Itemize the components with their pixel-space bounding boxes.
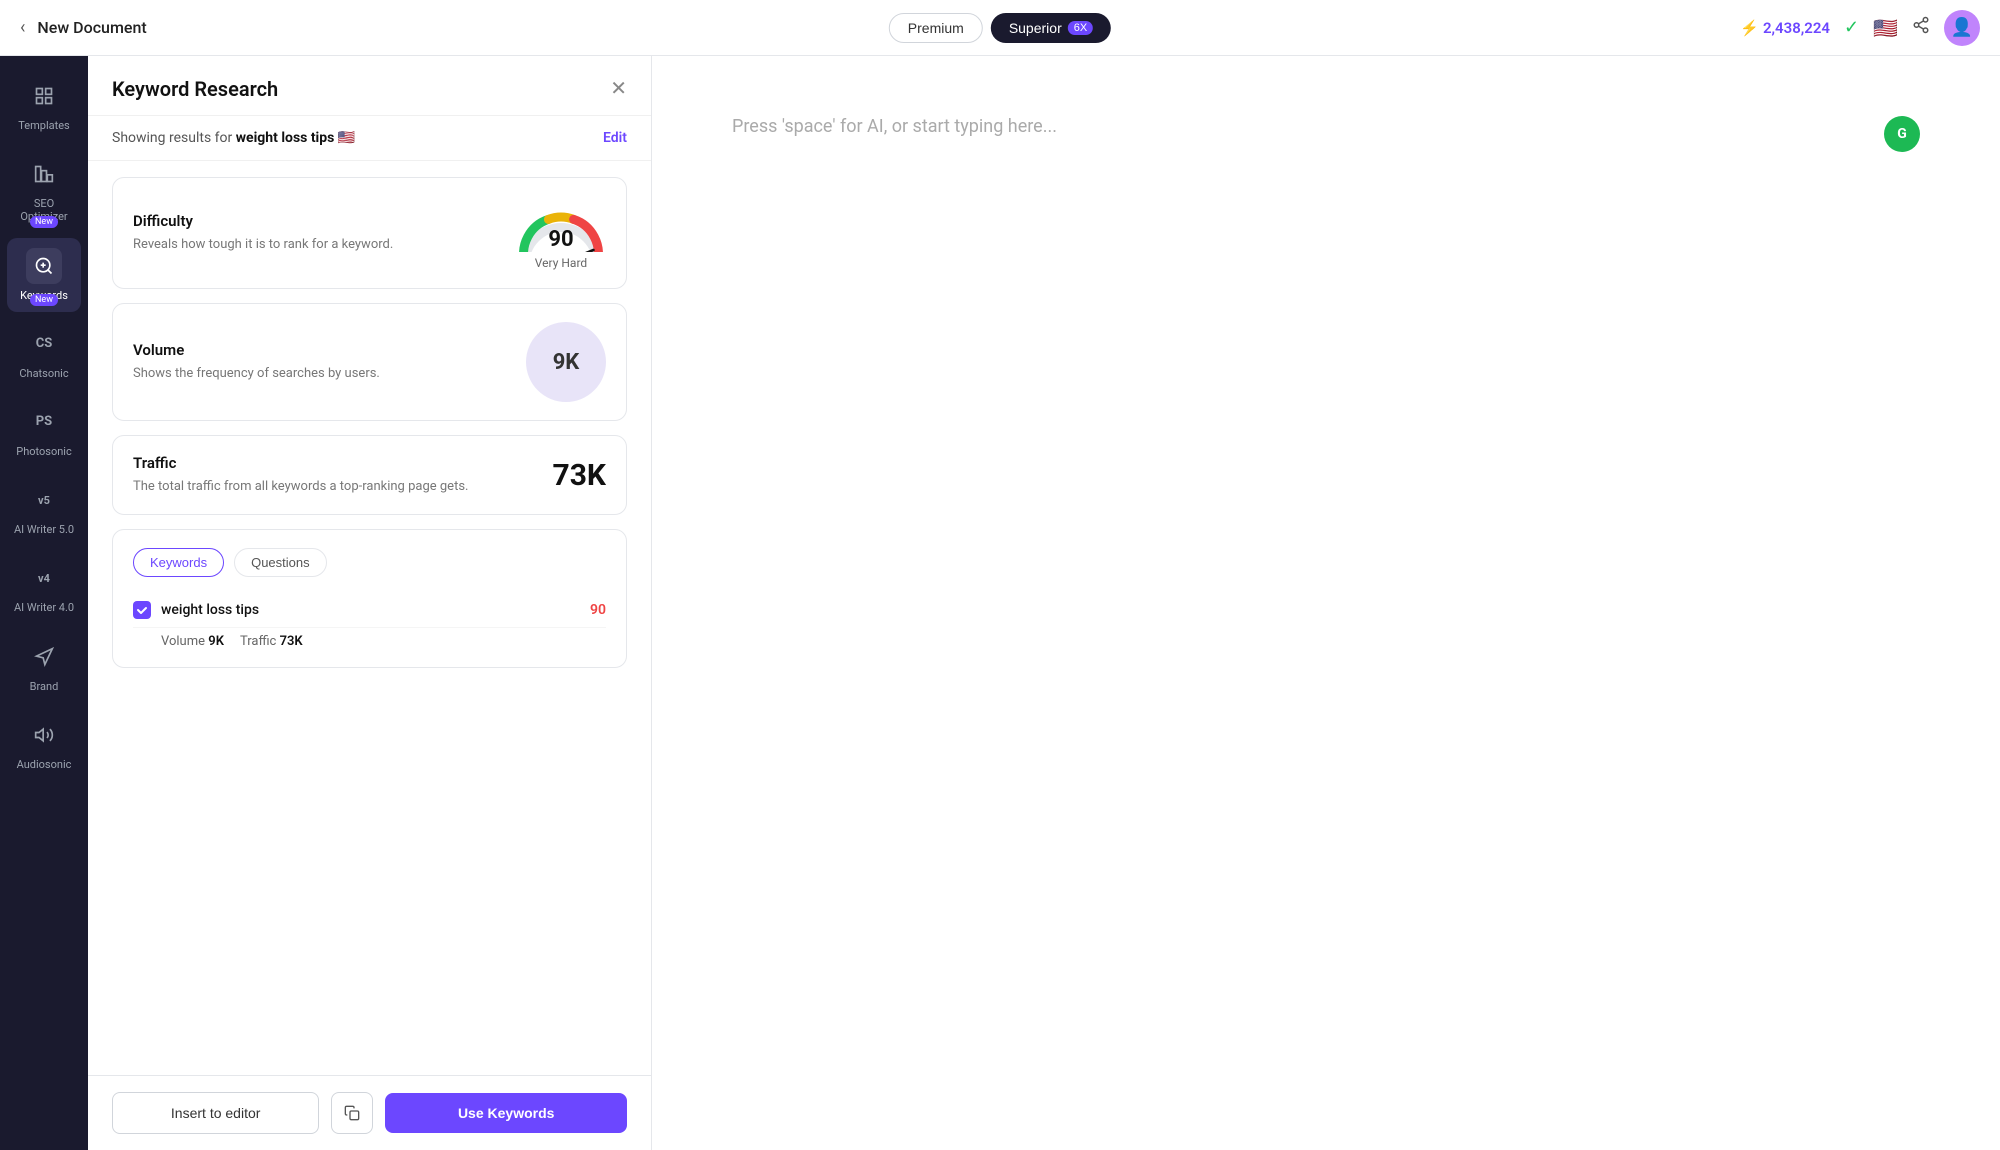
templates-label: Templates	[18, 119, 69, 132]
photosonic-label: Photosonic	[16, 445, 72, 458]
audiosonic-label: Audiosonic	[17, 758, 72, 771]
keywords-tabs-card: Keywords Questions weight loss tips 90 V…	[112, 529, 627, 668]
close-button[interactable]: ✕	[610, 76, 627, 101]
volume-card: Volume Shows the frequency of searches b…	[112, 303, 627, 421]
keyword-traffic-label: Traffic 73K	[240, 634, 303, 649]
audiosonic-icon	[26, 717, 62, 753]
flag-icon: 🇺🇸	[1873, 16, 1898, 40]
sidebar-item-keywords[interactable]: Keywords New	[7, 238, 81, 312]
keyword-checkbox[interactable]	[133, 601, 151, 619]
traffic-title: Traffic	[133, 454, 553, 472]
traffic-value: 73K	[553, 458, 607, 493]
editor-area[interactable]: Press 'space' for AI, or start typing he…	[652, 56, 2000, 1150]
copy-button[interactable]	[331, 1092, 373, 1134]
premium-button[interactable]: Premium	[889, 13, 983, 43]
keyword-name: weight loss tips	[161, 602, 580, 618]
back-button[interactable]: ‹	[20, 17, 25, 38]
main-layout: Templates SEO Optimizer New Keywords New…	[0, 56, 2000, 1150]
sidebar-item-photosonic[interactable]: PS Photosonic	[7, 394, 81, 468]
grammarly-button[interactable]: G	[1884, 116, 1920, 152]
keyword-difficulty-score: 90	[590, 602, 606, 618]
superior-badge: 6X	[1068, 21, 1093, 35]
verified-icon: ✓	[1844, 17, 1859, 38]
volume-desc: Shows the frequency of searches by users…	[133, 365, 526, 383]
editor-placeholder: Press 'space' for AI, or start typing he…	[732, 116, 1884, 137]
plan-buttons: Premium Superior 6X	[889, 13, 1111, 43]
results-flag: 🇺🇸	[338, 130, 355, 146]
keywords-new-badge: New	[30, 294, 58, 306]
insert-button[interactable]: Insert to editor	[112, 1092, 319, 1134]
seo-new-badge: New	[30, 216, 58, 228]
sidebar-item-seo[interactable]: SEO Optimizer New	[7, 146, 81, 233]
results-keyword: weight loss tips	[236, 130, 335, 146]
chatsonic-label: Chatsonic	[19, 367, 68, 380]
sidebar-item-audiosonic[interactable]: Audiosonic	[7, 707, 81, 781]
credits-value: 2,438,224	[1763, 19, 1830, 37]
keyword-row: weight loss tips 90	[133, 593, 606, 628]
superior-label: Superior	[1009, 20, 1062, 36]
difficulty-info: Difficulty Reveals how tough it is to ra…	[133, 212, 516, 254]
volume-value: 9K	[526, 322, 606, 402]
chatsonic-icon: CS	[26, 326, 62, 362]
traffic-desc: The total traffic from all keywords a to…	[133, 478, 553, 496]
sidebar-item-aiwriter4[interactable]: v4 AI Writer 4.0	[7, 550, 81, 624]
avatar[interactable]: 👤	[1944, 10, 1980, 46]
keyword-volume-label: Volume 9K	[161, 634, 224, 649]
traffic-card: Traffic The total traffic from all keywo…	[112, 435, 627, 515]
panel-header: Keyword Research ✕	[88, 56, 651, 116]
keywords-icon	[26, 248, 62, 284]
sidebar-item-chatsonic[interactable]: CS Chatsonic	[7, 316, 81, 390]
aiwriter5-icon: v5	[26, 482, 62, 518]
tabs-row: Keywords Questions	[133, 548, 606, 577]
volume-title: Volume	[133, 341, 526, 359]
tab-questions[interactable]: Questions	[234, 548, 327, 577]
header-right: ⚡ 2,438,224 ✓ 🇺🇸 👤	[1740, 10, 1980, 46]
panel-title: Keyword Research	[112, 77, 278, 101]
templates-icon	[26, 78, 62, 114]
superior-button[interactable]: Superior 6X	[991, 13, 1111, 43]
aiwriter4-icon: v4	[26, 560, 62, 596]
difficulty-desc: Reveals how tough it is to rank for a ke…	[133, 236, 516, 254]
difficulty-label: Very Hard	[535, 256, 587, 270]
difficulty-score: 90	[548, 227, 573, 252]
keyword-meta: Volume 9K Traffic 73K	[133, 628, 606, 649]
sidebar-item-brand[interactable]: Brand	[7, 629, 81, 703]
difficulty-title: Difficulty	[133, 212, 516, 230]
traffic-info: Traffic The total traffic from all keywo…	[133, 454, 553, 496]
brand-icon	[26, 639, 62, 675]
panel-footer: Insert to editor Use Keywords	[88, 1075, 651, 1150]
results-text: Showing results for weight loss tips 🇺🇸	[112, 130, 355, 146]
seo-icon	[26, 156, 62, 192]
volume-info: Volume Shows the frequency of searches b…	[133, 341, 526, 383]
sidebar: Templates SEO Optimizer New Keywords New…	[0, 56, 88, 1150]
brand-label: Brand	[30, 680, 59, 693]
lightning-icon: ⚡	[1740, 19, 1759, 37]
edit-link[interactable]: Edit	[603, 130, 627, 146]
panel-content: Difficulty Reveals how tough it is to ra…	[88, 161, 651, 1075]
results-prefix: Showing results for	[112, 130, 232, 146]
aiwriter4-label: AI Writer 4.0	[14, 601, 74, 614]
share-icon[interactable]	[1912, 16, 1930, 39]
header: ‹ New Document Premium Superior 6X ⚡ 2,4…	[0, 0, 2000, 56]
results-bar: Showing results for weight loss tips 🇺🇸 …	[88, 116, 651, 161]
credits-display: ⚡ 2,438,224	[1740, 19, 1830, 37]
difficulty-gauge: 90 Very Hard	[516, 196, 606, 270]
photosonic-icon: PS	[26, 404, 62, 440]
use-keywords-button[interactable]: Use Keywords	[385, 1093, 627, 1133]
sidebar-item-templates[interactable]: Templates	[7, 68, 81, 142]
tab-keywords[interactable]: Keywords	[133, 548, 224, 577]
keyword-panel: Keyword Research ✕ Showing results for w…	[88, 56, 652, 1150]
aiwriter5-label: AI Writer 5.0	[14, 523, 74, 536]
difficulty-card: Difficulty Reveals how tough it is to ra…	[112, 177, 627, 289]
sidebar-item-aiwriter5[interactable]: v5 AI Writer 5.0	[7, 472, 81, 546]
